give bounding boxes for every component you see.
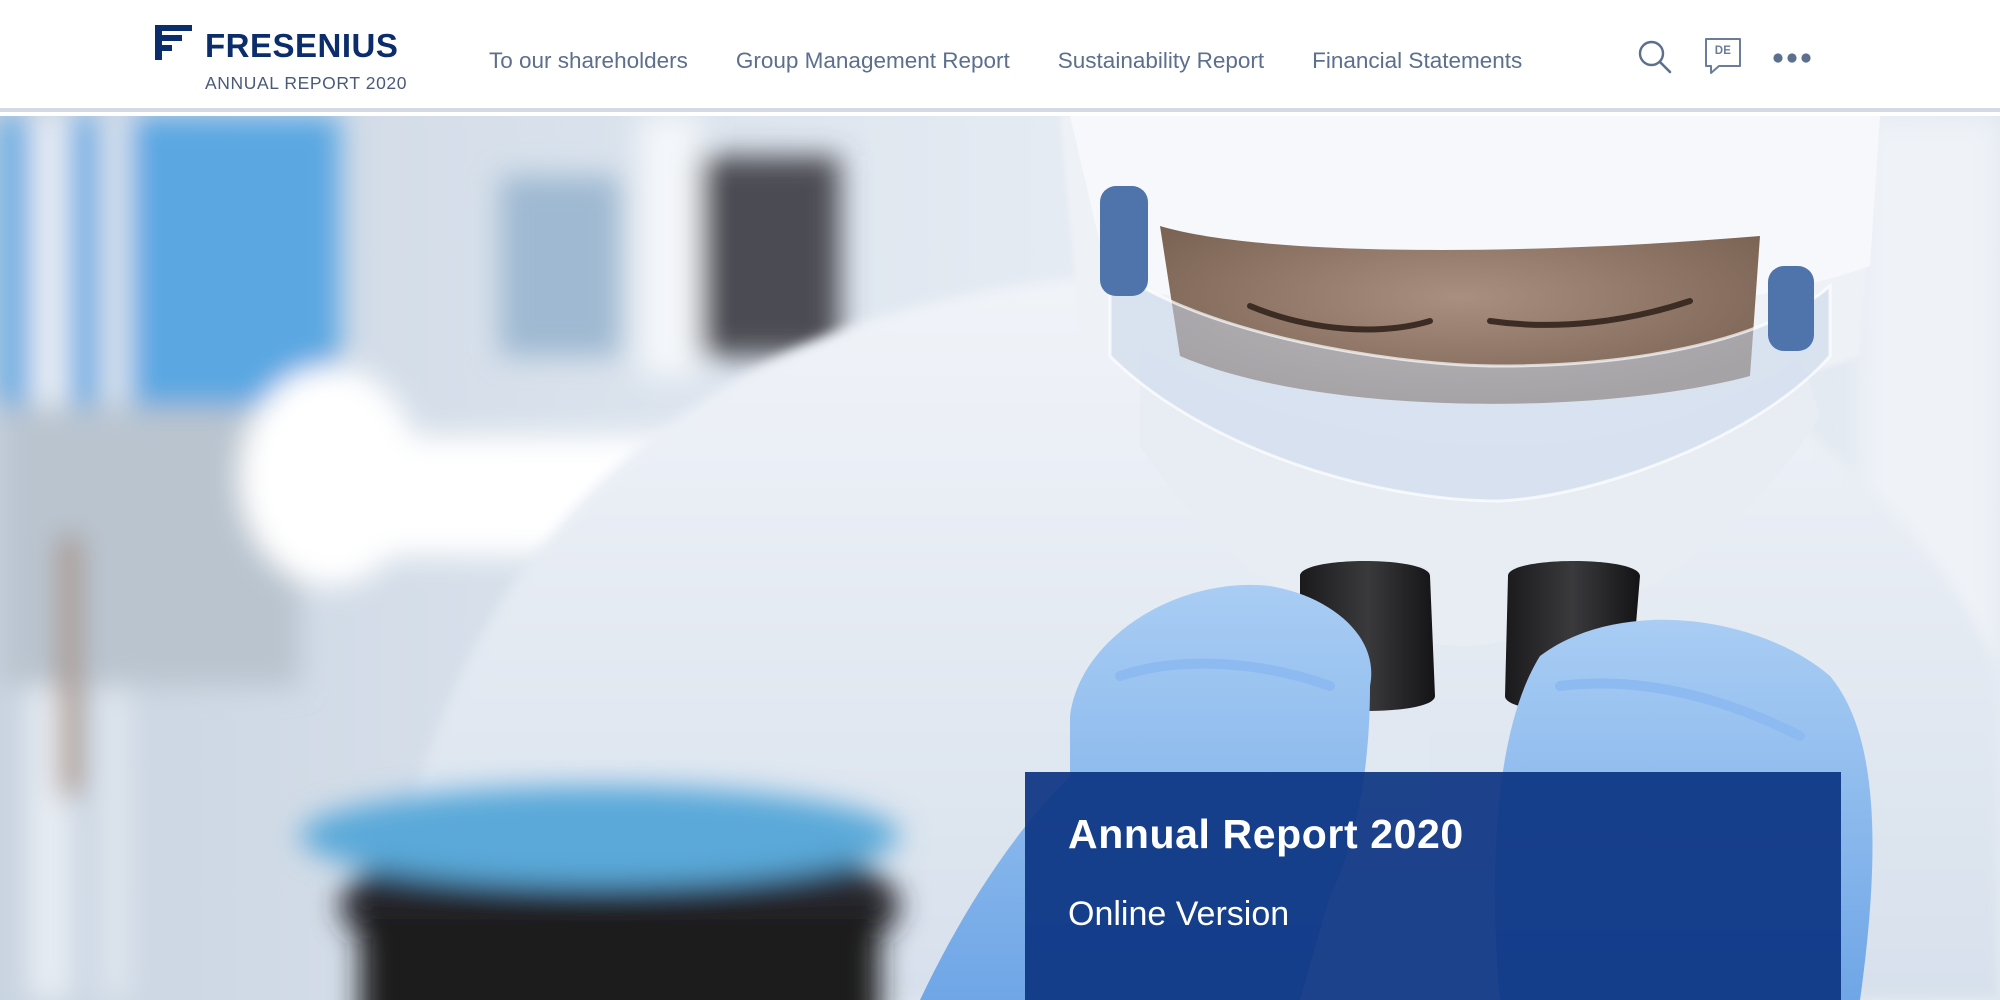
main-nav: To our shareholders Group Management Rep… (489, 46, 1522, 76)
speech-bubble-icon (1705, 38, 1741, 74)
nav-item-group-management-report[interactable]: Group Management Report (736, 46, 1010, 76)
nav-item-to-our-shareholders[interactable]: To our shareholders (489, 46, 688, 76)
nav-item-sustainability-report[interactable]: Sustainability Report (1058, 46, 1264, 76)
hero-section: Annual Report 2020 Online Version (0, 116, 2000, 1000)
nav-item-financial-statements[interactable]: Financial Statements (1312, 46, 1522, 76)
hero-subtitle: Online Version (1068, 895, 1290, 933)
hero-title: Annual Report 2020 (1068, 811, 1464, 857)
fresenius-logo-link[interactable]: FRESENIUS ANNUAL REPORT 2020 (155, 25, 420, 95)
brand-name: FRESENIUS (205, 27, 399, 64)
brand-subtitle: ANNUAL REPORT 2020 (205, 73, 408, 93)
hero-title-card[interactable]: Annual Report 2020 Online Version (1025, 772, 1841, 1000)
search-button[interactable] (1634, 36, 1676, 78)
more-menu-button[interactable] (1770, 40, 1814, 76)
site-header: FRESENIUS ANNUAL REPORT 2020 To our shar… (0, 0, 2000, 112)
language-switch-button[interactable]: DE (1702, 36, 1744, 78)
more-horizontal-icon (1773, 53, 1811, 63)
language-label: DE (1714, 45, 1732, 57)
search-icon (1638, 40, 1672, 74)
fresenius-logo-icon (155, 25, 192, 60)
